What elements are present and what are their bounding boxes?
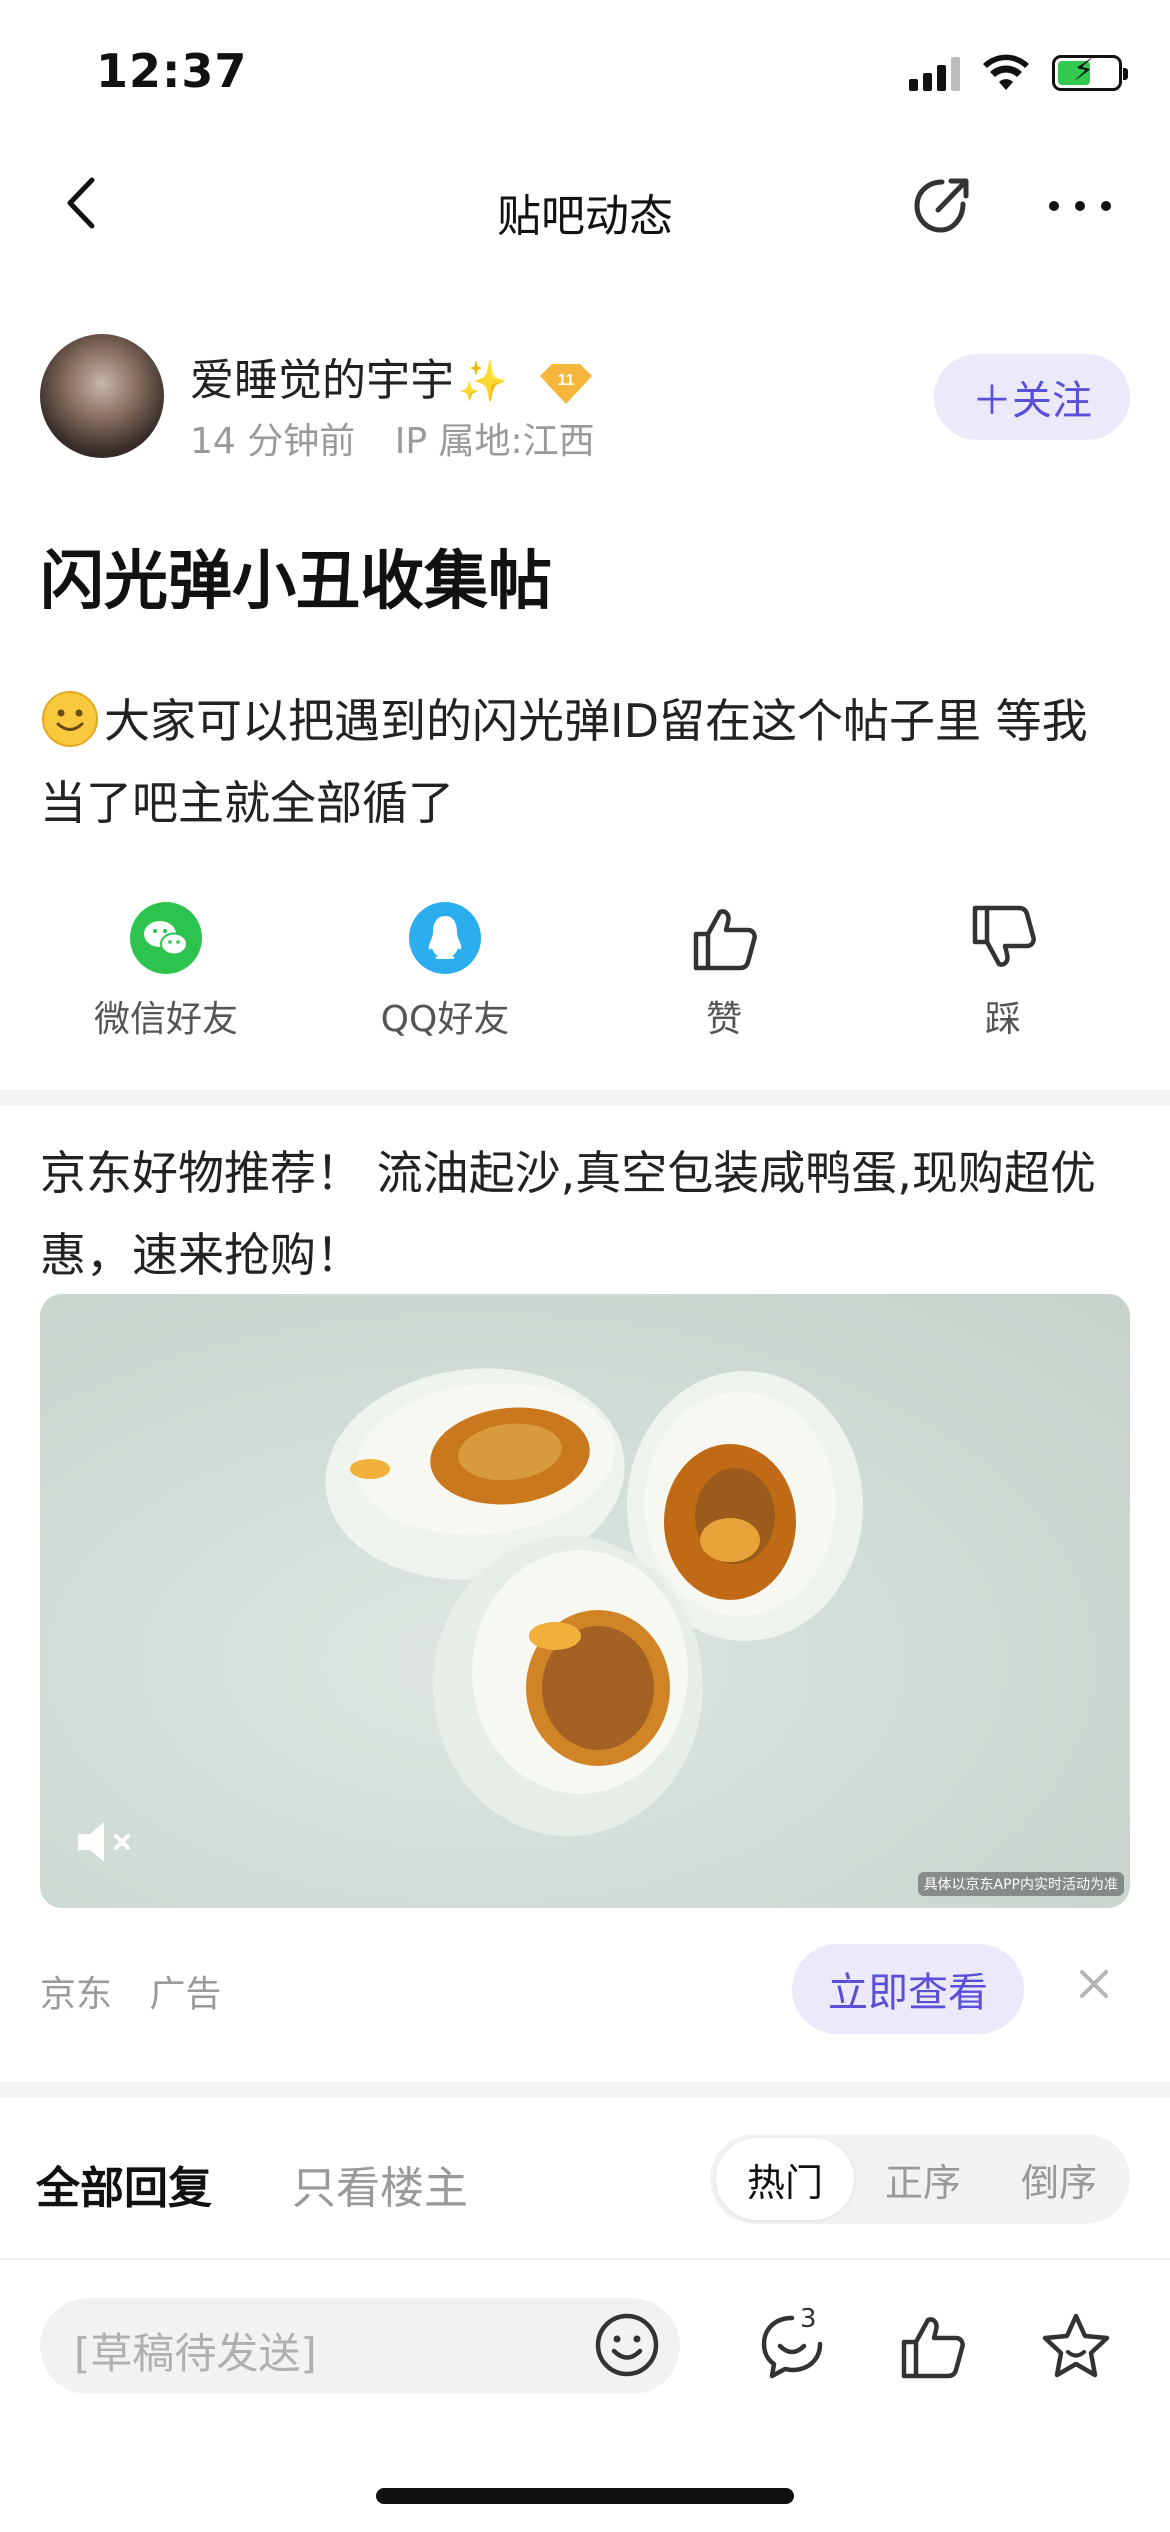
- more-icon[interactable]: [1040, 168, 1120, 244]
- close-icon[interactable]: [1072, 1962, 1116, 2006]
- thumbs-down-icon: [972, 905, 1036, 967]
- tab-owner-only[interactable]: 只看楼主: [292, 2152, 468, 2216]
- cellular-signal-icon: [909, 55, 960, 91]
- smile-emoji-icon: [42, 691, 98, 747]
- thumbs-up-icon: [693, 909, 757, 971]
- draft-placeholder: [草稿待发送]: [74, 2329, 317, 2378]
- reply-input[interactable]: [草稿待发送]: [40, 2298, 680, 2394]
- comment-icon[interactable]: [752, 2306, 832, 2386]
- wifi-icon: [983, 54, 1029, 90]
- post-content: 大家可以把遇到的闪光弹ID留在这个帖子里 等我当了吧主就全部循了: [40, 680, 1130, 844]
- ad-tag: 广告: [149, 1974, 222, 2015]
- author-row: 爱睡觉的宇宇 ✨ 11 14 分钟前 IP 属地:江西 ＋关注: [40, 334, 1130, 464]
- post-title: 闪光弹小丑收集帖: [40, 545, 552, 619]
- author-meta: 14 分钟前 IP 属地:江西: [190, 412, 595, 464]
- wechat-icon: [130, 902, 202, 974]
- dislike-label: 踩: [984, 999, 1021, 1040]
- follow-button[interactable]: ＋关注: [934, 354, 1130, 440]
- salted-eggs-illustration: [325, 1368, 863, 1836]
- like-button[interactable]: 赞: [604, 900, 844, 1042]
- reply-tabs: 全部回复 只看楼主 热门 正序 倒序: [0, 2104, 1170, 2254]
- post-actions: 微信好友 QQ好友 赞 踩: [0, 900, 1170, 1040]
- section-divider: [0, 1090, 1170, 1106]
- ad-source: 京东: [40, 1974, 113, 2015]
- level-number: 11: [557, 372, 574, 389]
- author-name-line[interactable]: 爱睡觉的宇宇 ✨ 11: [190, 344, 594, 408]
- view-now-button[interactable]: 立即查看: [792, 1944, 1024, 2034]
- status-bar: 12:37 ⚡: [0, 0, 1170, 140]
- ad-text[interactable]: 京东好物推荐！ 流油起沙,真空包装咸鸭蛋,现购超优惠，速来抢购！: [40, 1132, 1130, 1296]
- comment-count-badge: 3: [800, 2304, 817, 2334]
- mute-icon[interactable]: [72, 1814, 142, 1870]
- sort-descending[interactable]: 倒序: [990, 2134, 1128, 2224]
- tab-all-replies[interactable]: 全部回复: [36, 2152, 212, 2216]
- sort-toggle: 热门 正序 倒序: [710, 2134, 1130, 2224]
- nav-bar: 贴吧动态: [0, 140, 1170, 270]
- emoji-icon[interactable]: [592, 2310, 662, 2380]
- page-title: 贴吧动态: [497, 191, 673, 242]
- post-time: 14 分钟前: [190, 421, 356, 462]
- star-icon[interactable]: [1036, 2306, 1116, 2386]
- status-icons: ⚡: [909, 48, 1128, 98]
- level-badge-icon: 11: [539, 364, 592, 404]
- battery-icon: ⚡: [1052, 55, 1128, 91]
- bottom-divider: [0, 2258, 1170, 2260]
- sort-hot[interactable]: 热门: [716, 2138, 854, 2220]
- share-wechat-label: 微信好友: [93, 999, 238, 1040]
- share-icon[interactable]: [905, 168, 981, 244]
- status-time: 12:37: [96, 44, 248, 98]
- sparkles-emoji: ✨: [458, 359, 508, 405]
- avatar[interactable]: [40, 334, 164, 458]
- ad-meta: 京东 广告: [40, 1965, 221, 2017]
- sort-ascending[interactable]: 正序: [854, 2134, 992, 2224]
- ad-image[interactable]: 具体以京东APP内实时活动为准: [40, 1294, 1130, 1908]
- section-divider: [0, 2082, 1170, 2098]
- qq-icon: [409, 902, 481, 974]
- like-label: 赞: [705, 999, 742, 1040]
- author-name[interactable]: 爱睡觉的宇宇: [190, 355, 454, 406]
- share-wechat-button[interactable]: 微信好友: [46, 900, 286, 1042]
- post-body-text: 大家可以把遇到的闪光弹ID留在这个帖子里 等我当了吧主就全部循了: [40, 694, 1088, 830]
- dislike-button[interactable]: 踩: [883, 900, 1123, 1042]
- ip-location: IP 属地:江西: [394, 421, 595, 462]
- home-indicator[interactable]: [376, 2488, 794, 2504]
- bottom-input-bar: [草稿待发送] 3: [0, 2262, 1170, 2462]
- share-qq-label: QQ好友: [380, 999, 510, 1040]
- ad-disclaimer: 具体以京东APP内实时活动为准: [917, 1872, 1124, 1896]
- share-qq-button[interactable]: QQ好友: [325, 900, 565, 1042]
- thumbs-up-icon[interactable]: [892, 2306, 972, 2386]
